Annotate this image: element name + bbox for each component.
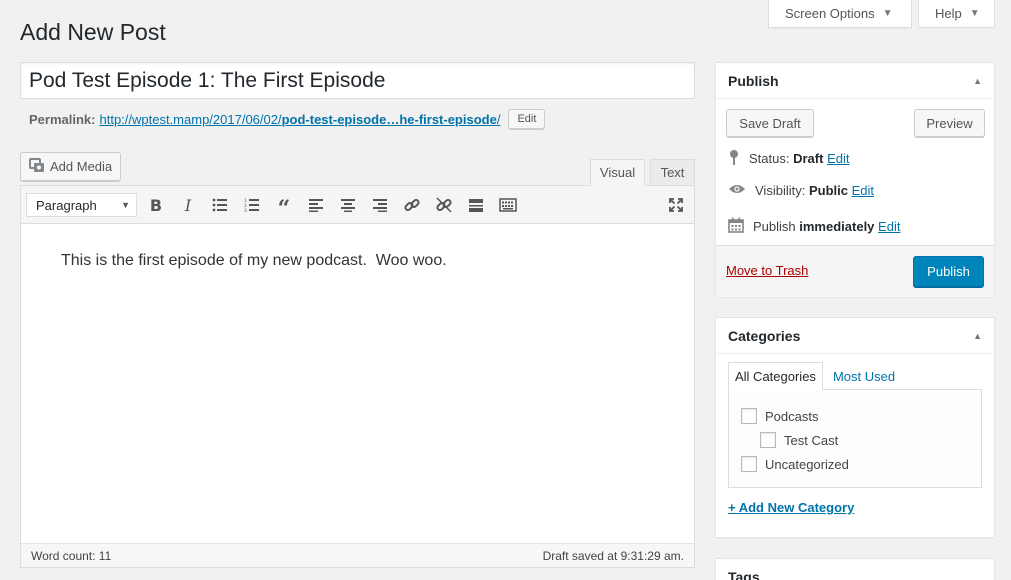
status-edit-link[interactable]: Edit: [827, 151, 849, 166]
save-draft-button[interactable]: Save Draft: [726, 109, 814, 137]
category-label: Podcasts: [765, 408, 819, 424]
numbered-list-icon[interactable]: 123: [240, 194, 264, 216]
read-more-icon[interactable]: [464, 194, 488, 216]
category-item[interactable]: Test Cast: [760, 432, 838, 448]
publish-box: Publish ▲ Save Draft Preview Status: Dra…: [715, 62, 995, 297]
status-label: Status:: [749, 151, 790, 166]
category-checkbox[interactable]: [741, 408, 757, 424]
fullscreen-icon[interactable]: [664, 194, 688, 216]
category-item[interactable]: Podcasts: [741, 408, 818, 424]
align-right-icon[interactable]: [368, 194, 392, 216]
calendar-icon: [728, 217, 744, 236]
category-checklist: Podcasts Test Cast Uncategorized: [728, 389, 982, 488]
permalink-link[interactable]: http://wptest.mamp/2017/06/02/pod-test-e…: [99, 112, 500, 127]
status-row: Status: Draft Edit: [728, 149, 849, 168]
page-title: Add New Post: [20, 19, 166, 45]
publish-box-header[interactable]: Publish ▲: [716, 63, 994, 99]
screen-options-label: Screen Options: [785, 6, 875, 21]
publish-box-title: Publish: [728, 72, 779, 89]
status-value: Draft: [793, 151, 824, 166]
categories-box-header[interactable]: Categories ▲: [716, 318, 994, 354]
caret-down-icon: ▼: [121, 200, 130, 210]
tab-text[interactable]: Text: [650, 159, 695, 186]
draft-saved-status: Draft saved at 9:31:29 am.: [542, 548, 684, 563]
categories-box-title: Categories: [728, 327, 801, 344]
permalink-row: Permalink: http://wptest.mamp/2017/06/02…: [29, 107, 546, 131]
visibility-value: Public: [808, 183, 848, 198]
category-checkbox[interactable]: [741, 456, 757, 472]
align-center-icon[interactable]: [336, 194, 360, 216]
category-checkbox[interactable]: [760, 432, 776, 448]
bold-icon[interactable]: B: [144, 194, 168, 216]
tab-most-used[interactable]: Most Used: [823, 362, 901, 390]
schedule-edit-link[interactable]: Edit: [878, 219, 900, 234]
visibility-label: Visibility:: [755, 183, 806, 198]
category-item[interactable]: Uncategorized: [741, 456, 849, 472]
collapse-arrow-icon[interactable]: ▲: [973, 331, 982, 341]
category-label: Uncategorized: [765, 456, 849, 472]
categories-box: Categories ▲ All Categories Most Used Po…: [715, 317, 995, 538]
editor-content[interactable]: This is the first episode of my new podc…: [21, 224, 694, 298]
bulleted-list-icon[interactable]: [208, 194, 232, 216]
caret-down-icon: ▼: [882, 8, 893, 19]
media-icon: [29, 157, 45, 176]
format-select-value: Paragraph: [36, 197, 97, 213]
content-paragraph[interactable]: This is the first episode of my new podc…: [61, 248, 654, 274]
publish-button[interactable]: Publish: [913, 256, 984, 287]
add-media-button[interactable]: Add Media: [20, 152, 122, 181]
publish-actions: Move to Trash Publish: [716, 245, 994, 297]
editor-statusbar: Word count: 11 Draft saved at 9:31:29 am…: [21, 543, 694, 567]
remove-link-icon[interactable]: [432, 194, 456, 216]
italic-icon[interactable]: I: [176, 194, 200, 216]
tags-box-header[interactable]: Tags: [716, 559, 994, 580]
align-left-icon[interactable]: [304, 194, 328, 216]
schedule-label: Publish: [753, 219, 796, 234]
pin-icon: [728, 149, 740, 168]
tags-box-title: Tags: [728, 568, 760, 580]
permalink-base: http://wptest.mamp/2017/06/02/: [99, 111, 282, 127]
category-label: Test Cast: [784, 432, 839, 448]
word-count: Word count: 11: [31, 548, 112, 563]
tags-box: Tags: [715, 558, 995, 580]
schedule-row: Publish immediately Edit: [728, 217, 900, 236]
preview-button[interactable]: Preview: [914, 109, 985, 137]
permalink-edit-button[interactable]: Edit: [508, 109, 546, 129]
post-title-input[interactable]: [29, 68, 686, 93]
collapse-arrow-icon[interactable]: ▲: [973, 76, 982, 86]
visibility-row: Visibility: Public Edit: [728, 183, 874, 198]
insert-link-icon[interactable]: [400, 194, 424, 216]
editor-toolbar: Paragraph ▼ B I 123 “: [21, 186, 694, 224]
blockquote-icon[interactable]: “: [272, 194, 296, 222]
toolbar-toggle-icon[interactable]: [496, 194, 520, 216]
help-button[interactable]: Help ▼: [918, 0, 995, 28]
permalink-label: Permalink:: [29, 111, 96, 127]
eye-icon: [728, 183, 746, 198]
tab-visual[interactable]: Visual: [590, 159, 645, 186]
add-new-category-link[interactable]: + Add New Category: [728, 500, 854, 515]
format-select[interactable]: Paragraph ▼: [26, 193, 137, 217]
caret-down-icon: ▼: [969, 8, 980, 19]
permalink-slug: pod-test-episode…he-first-episode: [281, 111, 497, 127]
move-to-trash-link[interactable]: Move to Trash: [726, 263, 808, 278]
add-media-label: Add Media: [50, 159, 113, 174]
help-label: Help: [935, 6, 962, 21]
tab-all-categories[interactable]: All Categories: [728, 362, 823, 390]
svg-text:3: 3: [244, 208, 247, 212]
permalink-trailing: /: [496, 111, 501, 127]
visibility-edit-link[interactable]: Edit: [852, 183, 874, 198]
post-editor: Paragraph ▼ B I 123 “ This is the first …: [20, 185, 695, 568]
schedule-value: immediately: [799, 219, 875, 234]
post-title-field[interactable]: [20, 62, 695, 99]
screen-options-button[interactable]: Screen Options ▼: [768, 0, 912, 28]
category-tabs: All Categories Most Used: [728, 362, 901, 390]
